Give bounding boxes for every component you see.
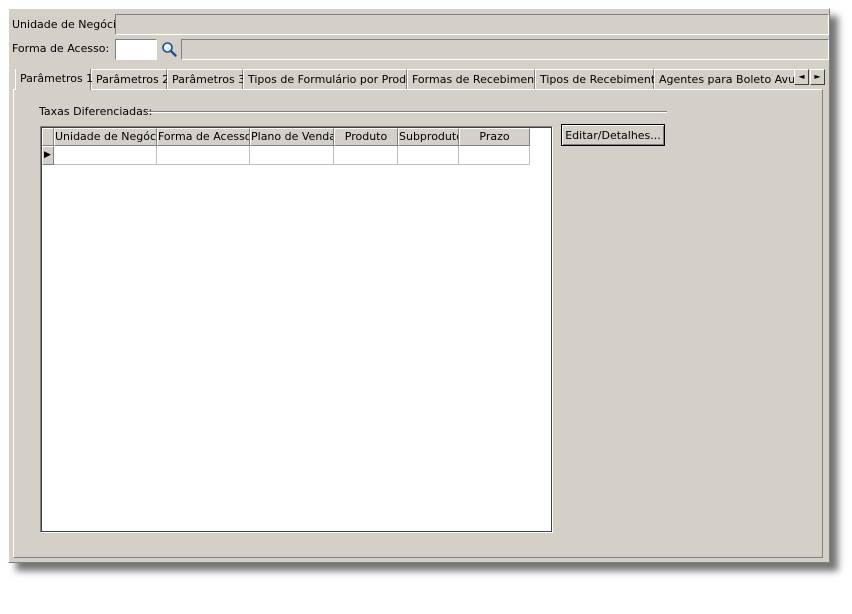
forma-code-input[interactable] [115,39,157,60]
tab-scroll-right-button[interactable]: ► [810,69,825,85]
table-cell[interactable] [398,146,459,165]
arrow-right-icon: ► [814,72,821,81]
tab-parametros-2[interactable]: Parâmetros 2 [91,69,169,89]
column-header-produto[interactable]: Produto [334,128,398,146]
main-window: Unidade de Negócio: Forma de Acesso: Par… [8,8,830,563]
grid-corner [42,128,54,146]
table-cell[interactable] [157,146,250,165]
tab-parametros-3[interactable]: Parâmetros 3 [167,69,245,89]
tab-strip: Parâmetros 1 Parâmetros 2 Parâmetros 3 T… [15,69,794,90]
group-label: Taxas Diferenciadas: [39,105,153,118]
editar-detalhes-button[interactable]: Editar/Detalhes... [561,124,665,146]
group-divider [147,111,667,113]
table-cell[interactable] [54,146,157,165]
forma-desc-field [181,39,829,60]
column-header-plano[interactable]: Plano de Venda [250,128,334,146]
column-header-unidade[interactable]: Unidade de Negócio [54,128,157,146]
table-cell[interactable] [250,146,334,165]
magnifier-icon[interactable] [161,41,177,60]
forma-label: Forma de Acesso: [12,42,110,55]
taxas-grid[interactable]: Unidade de Negócio Forma de Acesso Plano… [40,126,553,533]
column-header-prazo[interactable]: Prazo [459,128,530,146]
table-cell[interactable] [334,146,398,165]
unidade-field[interactable] [115,14,829,35]
tab-agentes-boleto[interactable]: Agentes para Boleto Avulso [654,69,794,89]
row-indicator[interactable]: ▶ [42,146,54,165]
table-cell[interactable] [459,146,530,165]
tab-tipos-recebimento[interactable]: Tipos de Recebimento [535,69,662,89]
tab-tipos-formulario[interactable]: Tipos de Formulário por Produto [243,69,424,89]
unidade-label: Unidade de Negócio: [12,18,127,31]
column-header-forma[interactable]: Forma de Acesso [157,128,250,146]
tab-parametros-1[interactable]: Parâmetros 1 [15,69,93,90]
column-header-subproduto[interactable]: Subproduto [398,128,459,146]
tab-formas-recebimento[interactable]: Formas de Recebimento [407,69,545,89]
tab-scroll-left-button[interactable]: ◄ [794,69,809,85]
arrow-left-icon: ◄ [798,72,805,81]
row-arrow-icon: ▶ [44,150,51,160]
